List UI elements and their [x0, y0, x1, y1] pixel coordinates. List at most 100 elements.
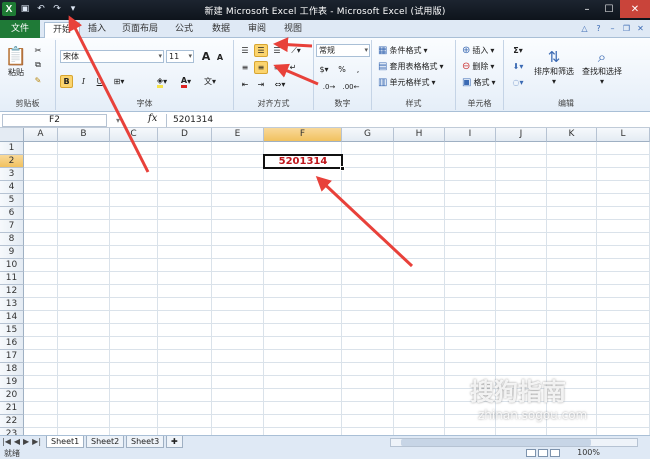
minimize-ribbon-icon[interactable]: △ — [579, 23, 590, 34]
tab-page-layout[interactable]: 页面布局 — [114, 22, 166, 38]
row-header-20[interactable]: 20 — [0, 389, 24, 402]
column-header-b[interactable]: B — [58, 128, 110, 142]
underline-button[interactable]: U — [93, 75, 106, 88]
row-header-3[interactable]: 3 — [0, 168, 24, 181]
help-icon[interactable]: ? — [593, 23, 604, 34]
window-close-icon[interactable]: ✕ — [635, 23, 646, 34]
bold-button[interactable]: B — [60, 75, 73, 88]
font-size-select[interactable]: 11 ▾ — [166, 50, 194, 63]
find-select-button[interactable]: ⌕ 查找和选择 ▾ — [578, 42, 626, 92]
tab-review[interactable]: 审阅 — [240, 22, 274, 38]
close-button[interactable]: ✕ — [620, 0, 650, 18]
column-header-k[interactable]: K — [547, 128, 597, 142]
format-painter-icon[interactable]: ✎ — [32, 74, 44, 86]
column-header-d[interactable]: D — [158, 128, 212, 142]
align-middle-icon[interactable]: ☰ — [254, 44, 268, 57]
sheet-tab-sheet3[interactable]: Sheet3 — [126, 436, 165, 448]
row-header-23[interactable]: 23 — [0, 428, 24, 435]
fill-handle[interactable] — [340, 166, 345, 171]
decrease-indent-icon[interactable]: ⇤ — [238, 78, 252, 91]
column-header-e[interactable]: E — [212, 128, 264, 142]
column-header-f[interactable]: F — [264, 128, 342, 142]
maximize-button[interactable]: ☐ — [598, 0, 620, 18]
row-header-17[interactable]: 17 — [0, 350, 24, 363]
column-header-j[interactable]: J — [496, 128, 547, 142]
currency-button[interactable]: $ ▾ — [316, 63, 332, 76]
wrap-text-icon[interactable]: ↵ — [286, 61, 300, 74]
window-restore-icon[interactable]: ❐ — [621, 23, 632, 34]
copy-icon[interactable]: ⧉ — [32, 59, 44, 71]
tab-insert[interactable]: 插入 — [80, 22, 114, 38]
row-header-9[interactable]: 9 — [0, 246, 24, 259]
paste-button[interactable]: 📋 粘贴 — [4, 42, 28, 82]
tab-file[interactable]: 文件 — [0, 20, 40, 38]
orientation-icon[interactable]: ⟋▾ — [286, 44, 306, 57]
page-layout-view-icon[interactable] — [538, 449, 548, 457]
delete-cells-button[interactable]: ⊖ 删除 ▾ — [462, 60, 494, 73]
name-box-chevron-icon[interactable]: ▾ — [112, 114, 124, 126]
select-all-corner[interactable] — [0, 128, 24, 142]
align-right-icon[interactable]: ≡ — [270, 61, 284, 74]
active-cell-f2[interactable]: 5201314 — [263, 154, 345, 171]
font-color-button[interactable]: A ▾ — [176, 75, 196, 88]
row-header-22[interactable]: 22 — [0, 415, 24, 428]
align-center-icon[interactable]: ≡ — [254, 61, 268, 74]
row-header-8[interactable]: 8 — [0, 233, 24, 246]
column-header-a[interactable]: A — [24, 128, 58, 142]
row-header-6[interactable]: 6 — [0, 207, 24, 220]
row-header-16[interactable]: 16 — [0, 337, 24, 350]
tab-home[interactable]: 开始 — [44, 22, 81, 38]
align-top-icon[interactable]: ☰ — [238, 44, 252, 57]
row-header-5[interactable]: 5 — [0, 194, 24, 207]
italic-button[interactable]: I — [77, 75, 90, 88]
tab-formulas[interactable]: 公式 — [167, 22, 201, 38]
tab-view[interactable]: 视图 — [276, 22, 310, 38]
grow-font-button[interactable]: A — [200, 50, 212, 63]
cell-styles-button[interactable]: ▥ 单元格样式 ▾ — [378, 76, 435, 89]
row-header-4[interactable]: 4 — [0, 181, 24, 194]
prev-sheet-icon[interactable]: ◀ — [14, 437, 20, 446]
decrease-decimal-icon[interactable]: .00← — [342, 80, 360, 93]
page-break-view-icon[interactable] — [550, 449, 560, 457]
insert-function-button[interactable]: fx — [148, 113, 157, 124]
number-format-select[interactable]: 常规 ▾ — [316, 44, 370, 57]
row-header-10[interactable]: 10 — [0, 259, 24, 272]
cut-icon[interactable]: ✂ — [32, 44, 44, 56]
name-box[interactable]: F2 — [2, 114, 107, 127]
phonetic-button[interactable]: 文▾ — [201, 75, 219, 88]
increase-decimal-icon[interactable]: .0→ — [320, 80, 338, 93]
font-name-select[interactable]: 宋体 ▾ — [60, 50, 164, 63]
row-header-18[interactable]: 18 — [0, 363, 24, 376]
minimize-button[interactable]: – — [576, 0, 598, 18]
window-minimize-icon[interactable]: – — [607, 23, 618, 34]
formula-input[interactable]: 5201314 — [166, 114, 646, 127]
fill-icon[interactable]: ⬇▾ — [510, 60, 526, 73]
column-header-c[interactable]: C — [110, 128, 158, 142]
column-header-h[interactable]: H — [394, 128, 445, 142]
row-header-11[interactable]: 11 — [0, 272, 24, 285]
row-header-13[interactable]: 13 — [0, 298, 24, 311]
column-header-l[interactable]: L — [597, 128, 650, 142]
comma-button[interactable]: , — [352, 63, 364, 76]
autosum-button[interactable]: Σ ▾ — [510, 44, 526, 57]
align-bottom-icon[interactable]: ☰ — [270, 44, 284, 57]
increase-indent-icon[interactable]: ⇥ — [254, 78, 268, 91]
clear-icon[interactable]: ◌▾ — [510, 76, 526, 89]
first-sheet-icon[interactable]: |◀ — [2, 437, 11, 446]
merge-center-icon[interactable]: ⇔▾ — [270, 78, 290, 91]
column-header-i[interactable]: I — [445, 128, 496, 142]
sheet-tab-sheet2[interactable]: Sheet2 — [86, 436, 125, 448]
row-header-15[interactable]: 15 — [0, 324, 24, 337]
borders-button[interactable]: ⊞▾ — [110, 75, 128, 88]
column-header-g[interactable]: G — [342, 128, 394, 142]
next-sheet-icon[interactable]: ▶ — [23, 437, 29, 446]
scrollbar-thumb[interactable] — [401, 439, 591, 446]
align-left-icon[interactable]: ≡ — [238, 61, 252, 74]
row-header-2[interactable]: 2 — [0, 155, 24, 168]
row-header-14[interactable]: 14 — [0, 311, 24, 324]
sort-filter-button[interactable]: ⇅ 排序和筛选 ▾ — [530, 42, 578, 92]
format-cells-button[interactable]: ▣ 格式 ▾ — [462, 76, 495, 89]
row-header-19[interactable]: 19 — [0, 376, 24, 389]
normal-view-icon[interactable] — [526, 449, 536, 457]
conditional-formatting-button[interactable]: ▦ 条件格式 ▾ — [378, 44, 427, 57]
